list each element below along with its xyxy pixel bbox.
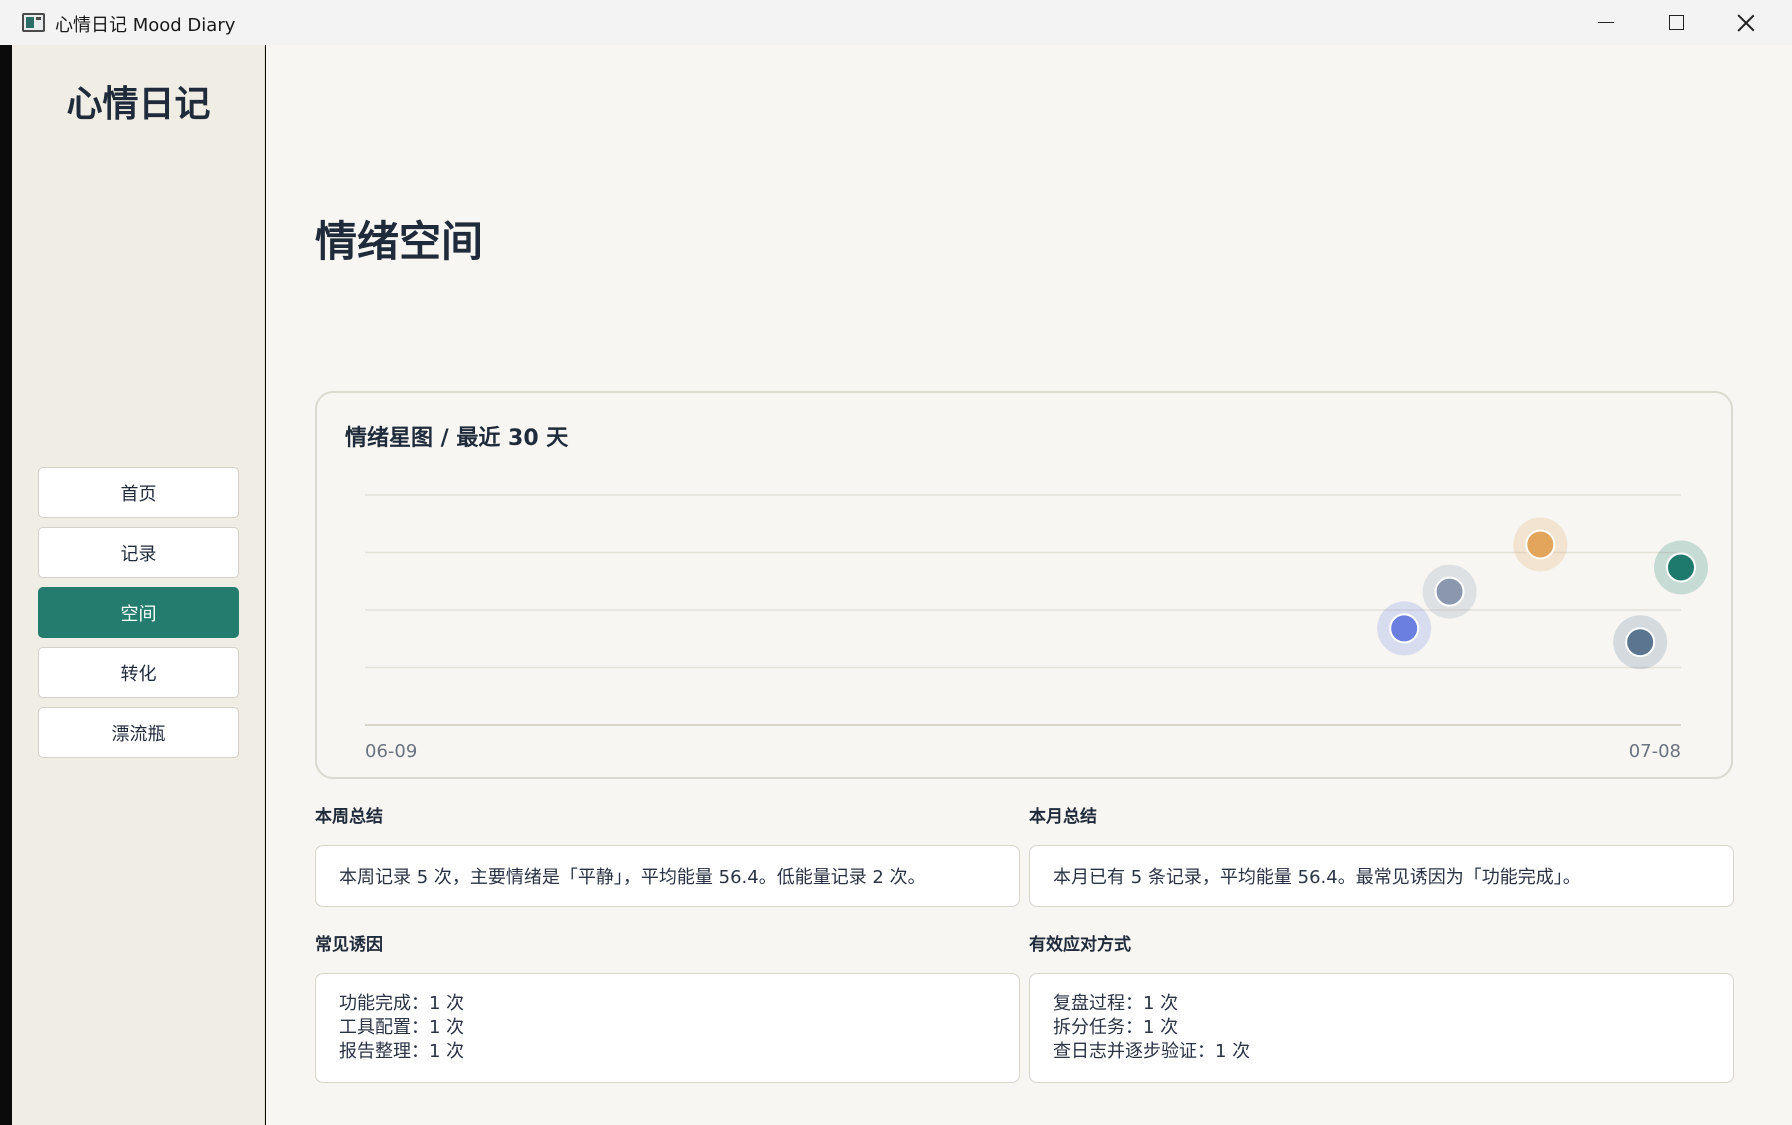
app-icon bbox=[22, 13, 45, 32]
coping-panel: 复盘过程：1 次 拆分任务：1 次 查日志并逐步验证：1 次 bbox=[1029, 973, 1734, 1083]
data-point bbox=[1525, 529, 1556, 560]
sidebar-nav: 首页 记录 空间 转化 漂流瓶 bbox=[38, 467, 239, 767]
list-item: 工具配置：1 次 bbox=[339, 1017, 465, 1038]
x-tick-label: 07-08 bbox=[1629, 741, 1681, 762]
sidebar-item-home[interactable]: 首页 bbox=[38, 467, 239, 518]
list-item: 拆分任务：1 次 bbox=[1053, 1017, 1179, 1038]
x-tick-label: 06-09 bbox=[365, 741, 417, 762]
page-title: 情绪空间 bbox=[315, 217, 484, 266]
list-item: 功能完成：1 次 bbox=[339, 993, 465, 1014]
close-button[interactable] bbox=[1711, 0, 1781, 45]
week-summary-label: 本周总结 bbox=[315, 807, 383, 827]
title-bar: 心情日记 Mood Diary bbox=[0, 0, 1792, 45]
triggers-panel: 功能完成：1 次 工具配置：1 次 报告整理：1 次 bbox=[315, 973, 1020, 1083]
coping-label: 有效应对方式 bbox=[1029, 935, 1131, 955]
sidebar-item-space[interactable]: 空间 bbox=[38, 587, 239, 638]
list-item: 报告整理：1 次 bbox=[339, 1041, 465, 1062]
list-item: 复盘过程：1 次 bbox=[1053, 993, 1179, 1014]
close-icon bbox=[1737, 14, 1755, 32]
week-summary-panel: 本周记录 5 次，主要情绪是「平静」，平均能量 56.4。低能量记录 2 次。 bbox=[315, 845, 1020, 907]
sidebar-item-transform[interactable]: 转化 bbox=[38, 647, 239, 698]
month-summary-panel: 本月已有 5 条记录，平均能量 56.4。最常见诱因为「功能完成」。 bbox=[1029, 845, 1734, 907]
mood-star-chart: 06-09 07-08 bbox=[365, 494, 1708, 762]
maximize-icon bbox=[1668, 15, 1684, 30]
sidebar: 心情日记 首页 记录 空间 转化 漂流瓶 bbox=[12, 45, 265, 1125]
maximize-button[interactable] bbox=[1641, 0, 1711, 45]
data-point bbox=[1666, 552, 1696, 583]
month-summary-text: 本月已有 5 条记录，平均能量 56.4。最常见诱因为「功能完成」。 bbox=[1053, 867, 1581, 888]
month-summary-label: 本月总结 bbox=[1029, 807, 1097, 827]
minimize-icon bbox=[1598, 22, 1614, 23]
data-point bbox=[1434, 576, 1465, 607]
window-title: 心情日记 Mood Diary bbox=[55, 15, 236, 36]
sidebar-item-record[interactable]: 记录 bbox=[38, 527, 239, 578]
triggers-label: 常见诱因 bbox=[315, 935, 383, 955]
main-content: 情绪空间 情绪星图 / 最近 30 天 06-09 07-08 本周总结 本周记录… bbox=[266, 45, 1792, 1125]
mood-star-chart-card: 情绪星图 / 最近 30 天 06-09 07-08 bbox=[315, 391, 1733, 779]
data-point bbox=[1389, 613, 1420, 644]
sidebar-item-drift-bottle[interactable]: 漂流瓶 bbox=[38, 707, 239, 758]
list-item: 查日志并逐步验证：1 次 bbox=[1053, 1041, 1251, 1062]
data-point bbox=[1625, 627, 1656, 658]
brand-title: 心情日记 bbox=[66, 84, 211, 125]
minimize-button[interactable] bbox=[1571, 0, 1641, 45]
week-summary-text: 本周记录 5 次，主要情绪是「平静」，平均能量 56.4。低能量记录 2 次。 bbox=[339, 867, 926, 888]
